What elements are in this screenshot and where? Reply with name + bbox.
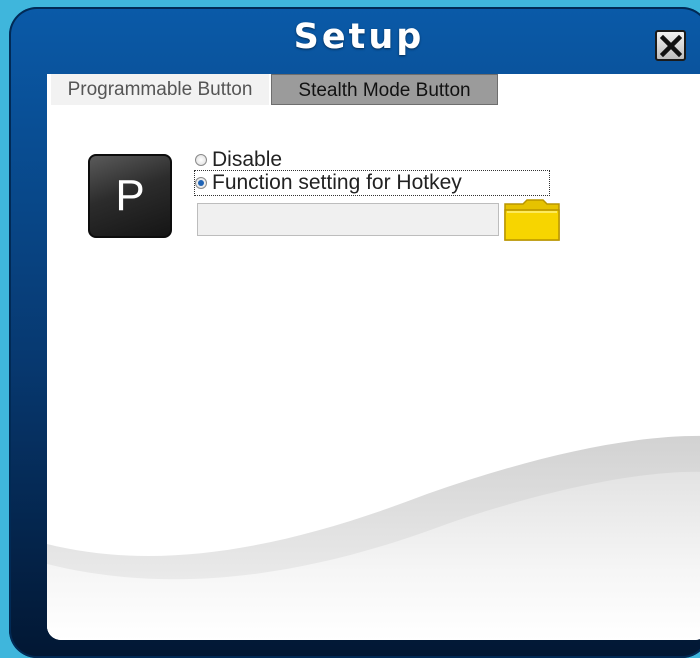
hotkey-radio[interactable]: [195, 177, 207, 189]
hotkey-option[interactable]: Function setting for Hotkey: [194, 170, 550, 196]
tab-stealth-mode-button[interactable]: Stealth Mode Button: [271, 74, 498, 105]
hotkey-label: Function setting for Hotkey: [212, 171, 462, 194]
window-title: Setup: [293, 17, 425, 57]
hotkey-path-input[interactable]: [197, 203, 499, 236]
programmable-key-icon: P: [88, 154, 172, 238]
tab-programmable-button[interactable]: Programmable Button: [51, 74, 269, 105]
disable-option[interactable]: Disable: [195, 148, 282, 172]
disable-label: Disable: [212, 148, 283, 171]
close-button[interactable]: [655, 30, 686, 61]
disable-radio[interactable]: [195, 154, 207, 166]
tab-content-panel: Programmable Button Stealth Mode Button …: [47, 74, 700, 640]
close-icon: [660, 35, 682, 57]
setup-window: Setup Programmable Button Stealth Mode B…: [9, 7, 700, 658]
folder-icon[interactable]: [503, 198, 561, 242]
